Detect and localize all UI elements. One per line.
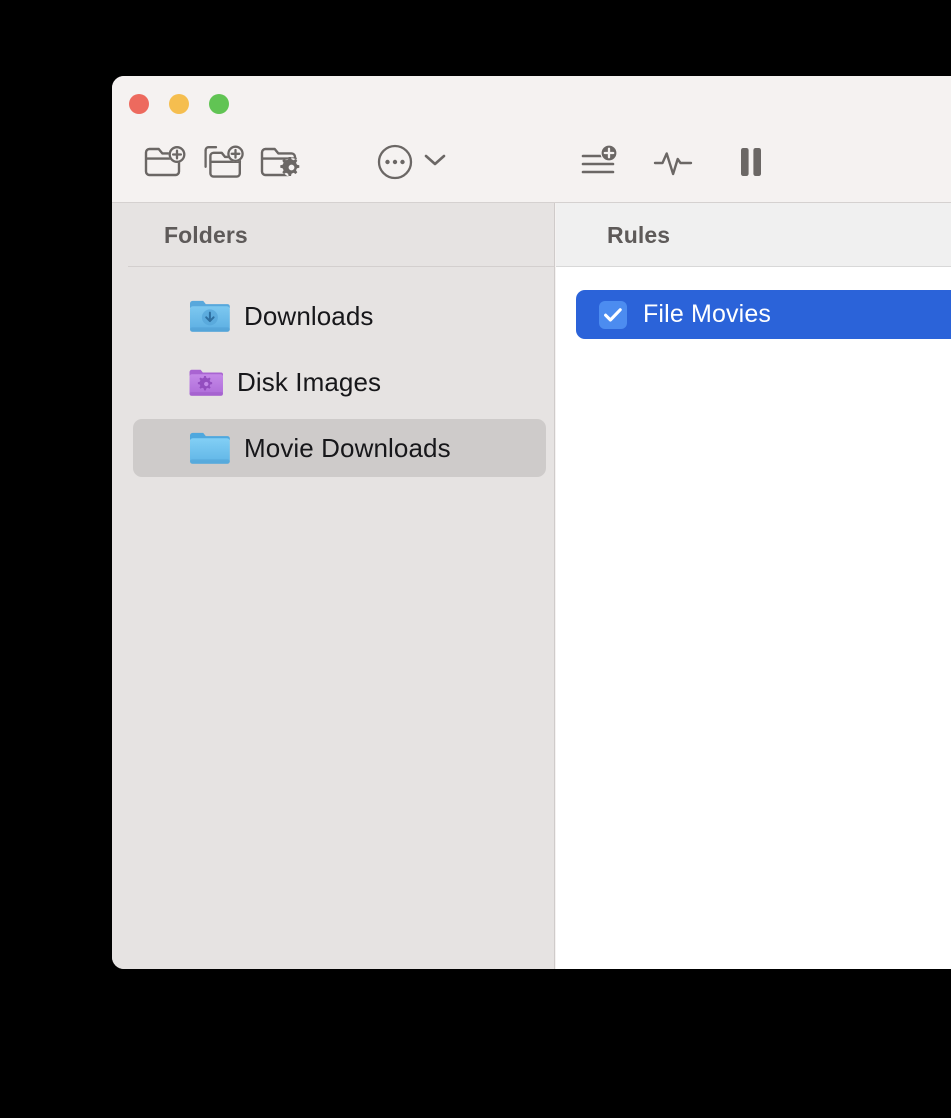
rule-enabled-checkbox[interactable] bbox=[599, 301, 627, 329]
folder-stack-add-icon bbox=[201, 145, 245, 179]
minimize-window-button[interactable] bbox=[169, 94, 189, 114]
activity-button[interactable] bbox=[644, 138, 702, 186]
rules-header: Rules bbox=[556, 203, 951, 267]
rules-list: File Movies bbox=[556, 267, 951, 969]
close-window-button[interactable] bbox=[129, 94, 149, 114]
add-folder-group-button[interactable] bbox=[194, 138, 252, 186]
add-rule-button[interactable] bbox=[572, 138, 630, 186]
folder-downloads-icon bbox=[187, 297, 231, 335]
app-window: Folders bbox=[112, 76, 951, 969]
check-icon bbox=[603, 307, 623, 323]
window-toolbar bbox=[112, 76, 951, 203]
rule-item-file-movies[interactable]: File Movies bbox=[576, 290, 951, 339]
rules-panel-title: Rules bbox=[607, 222, 670, 249]
maximize-window-button[interactable] bbox=[209, 94, 229, 114]
activity-icon bbox=[653, 145, 693, 179]
folder-gear-icon bbox=[187, 366, 224, 399]
folder-list: Downloads bbox=[112, 267, 554, 969]
sidebar-item-movie-downloads[interactable]: Movie Downloads bbox=[133, 419, 546, 477]
folder-settings-button[interactable] bbox=[252, 138, 310, 186]
folder-plain-icon bbox=[187, 429, 231, 467]
sidebar-item-label: Disk Images bbox=[237, 367, 381, 398]
pause-button[interactable] bbox=[722, 138, 780, 186]
sidebar-item-disk-images[interactable]: Disk Images bbox=[133, 353, 546, 411]
sidebar-item-label: Downloads bbox=[244, 301, 374, 332]
more-options-button[interactable] bbox=[366, 138, 424, 186]
rules-pane: Rules File Movies bbox=[556, 203, 951, 969]
add-rule-icon bbox=[580, 145, 622, 179]
pause-icon bbox=[737, 146, 765, 178]
traffic-light-controls bbox=[129, 94, 229, 114]
folders-sidebar: Folders bbox=[112, 203, 555, 969]
folder-settings-icon bbox=[260, 145, 302, 179]
sidebar-item-label: Movie Downloads bbox=[244, 433, 451, 464]
folders-header: Folders bbox=[112, 203, 554, 267]
add-folder-button[interactable] bbox=[136, 138, 194, 186]
more-options-dropdown-button[interactable] bbox=[418, 138, 452, 186]
folder-add-icon bbox=[144, 145, 186, 179]
sidebar-item-downloads[interactable]: Downloads bbox=[133, 287, 546, 345]
more-options-icon bbox=[377, 144, 413, 180]
rule-item-label: File Movies bbox=[643, 300, 771, 329]
chevron-down-icon bbox=[424, 153, 446, 172]
folders-panel-title: Folders bbox=[164, 222, 248, 249]
toolbar-left-group bbox=[136, 138, 452, 186]
window-content: Folders bbox=[112, 203, 951, 969]
toolbar-right-group bbox=[572, 138, 780, 186]
